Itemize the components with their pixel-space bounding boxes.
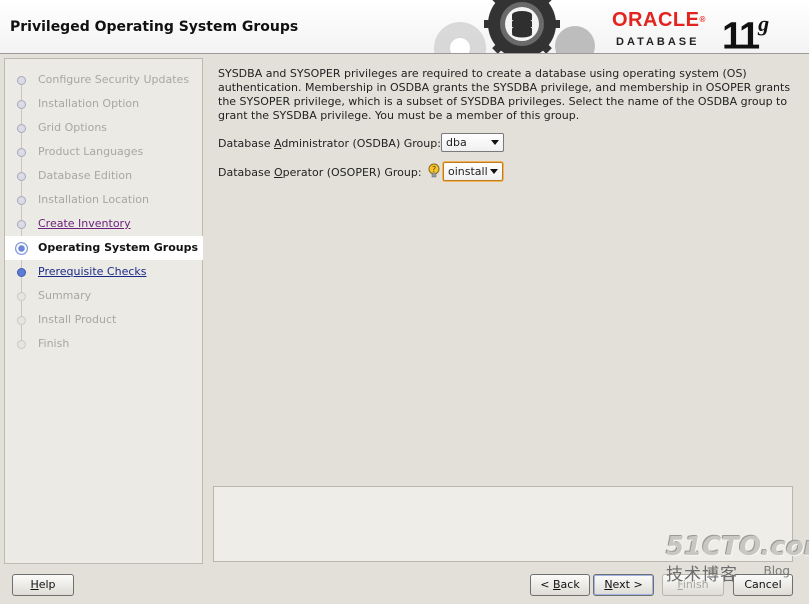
step-grid-options: Grid Options: [5, 116, 202, 140]
osoper-group-select[interactable]: oinstall: [443, 162, 503, 181]
step-label: Create Inventory: [38, 217, 131, 230]
current-step-icon: [15, 242, 28, 255]
step-dot-icon: [17, 316, 26, 325]
step-dot-icon: [17, 148, 26, 157]
step-dot-icon: [17, 292, 26, 301]
brand-trademark: ®: [699, 15, 706, 24]
step-dot-icon: [17, 268, 26, 277]
step-dot-icon: [17, 76, 26, 85]
step-installation-location: Installation Location: [5, 188, 202, 212]
osdba-group-select[interactable]: dba: [441, 133, 504, 152]
product-name: DATABASE: [616, 36, 700, 48]
gears-icon: [434, 0, 595, 53]
step-label: Product Languages: [38, 145, 144, 158]
step-product-languages: Product Languages: [5, 140, 202, 164]
osdba-label: Database Administrator (OSDBA) Group:: [218, 136, 441, 150]
step-label: Summary: [38, 289, 92, 302]
step-list: Configure Security Updates Installation …: [5, 59, 203, 356]
oracle-logo: ORACLE® DATABASE: [612, 10, 722, 50]
step-label: Grid Options: [38, 121, 108, 134]
osoper-row: Database Operator (OSOPER) Group:: [218, 162, 422, 182]
help-button[interactable]: Help: [12, 574, 74, 596]
step-label: Database Edition: [38, 169, 133, 182]
step-summary: Summary: [5, 284, 202, 308]
lightbulb-hint-icon[interactable]: ?: [428, 163, 440, 179]
step-operating-system-groups: Operating System Groups: [5, 236, 203, 260]
step-navigator: Configure Security Updates Installation …: [4, 58, 203, 564]
step-dot-icon: [17, 340, 26, 349]
step-label: Finish: [38, 337, 70, 350]
dropdown-arrow-icon: [490, 169, 498, 174]
step-dot-icon: [17, 100, 26, 109]
step-label: Configure Security Updates: [38, 73, 190, 86]
step-label: Operating System Groups: [38, 241, 199, 254]
step-label: Installation Option: [38, 97, 140, 110]
message-pane: [213, 486, 793, 562]
brand-name: ORACLE: [612, 9, 700, 31]
step-prerequisite-checks[interactable]: Prerequisite Checks: [5, 260, 202, 284]
osdba-row: Database Administrator (OSDBA) Group:: [218, 133, 441, 153]
version-number: 11: [722, 15, 760, 54]
step-finish: Finish: [5, 332, 202, 356]
step-create-inventory[interactable]: Create Inventory: [5, 212, 202, 236]
osoper-group-value: oinstall: [448, 165, 488, 178]
description-text: SYSDBA and SYSOPER privileges are requir…: [218, 67, 791, 122]
step-installation-option: Installation Option: [5, 92, 202, 116]
step-configure-security-updates: Configure Security Updates: [5, 68, 202, 92]
cancel-button[interactable]: Cancel: [733, 574, 793, 596]
version-suffix: g: [758, 11, 770, 36]
step-dot-icon: [17, 172, 26, 181]
step-label: Installation Location: [38, 193, 149, 206]
page-title: Privileged Operating System Groups: [10, 19, 299, 35]
osoper-label: Database Operator (OSOPER) Group:: [218, 165, 422, 179]
dropdown-arrow-icon: [491, 140, 499, 145]
step-database-edition: Database Edition: [5, 164, 202, 188]
header-banner: Privileged Operating System Groups ORACL…: [0, 0, 809, 54]
main-panel: SYSDBA and SYSOPER privileges are requir…: [205, 58, 800, 564]
step-dot-icon: [17, 124, 26, 133]
finish-button[interactable]: Finish: [662, 574, 724, 596]
step-dot-icon: [17, 196, 26, 205]
next-button[interactable]: Next >: [593, 574, 654, 596]
osdba-group-value: dba: [446, 136, 467, 149]
back-button[interactable]: < Back: [530, 574, 590, 596]
svg-text:?: ?: [432, 165, 436, 174]
step-install-product: Install Product: [5, 308, 202, 332]
step-label: Prerequisite Checks: [38, 265, 147, 278]
step-dot-icon: [17, 220, 26, 229]
step-label: Install Product: [38, 313, 117, 326]
version-label: 11g: [722, 6, 770, 54]
